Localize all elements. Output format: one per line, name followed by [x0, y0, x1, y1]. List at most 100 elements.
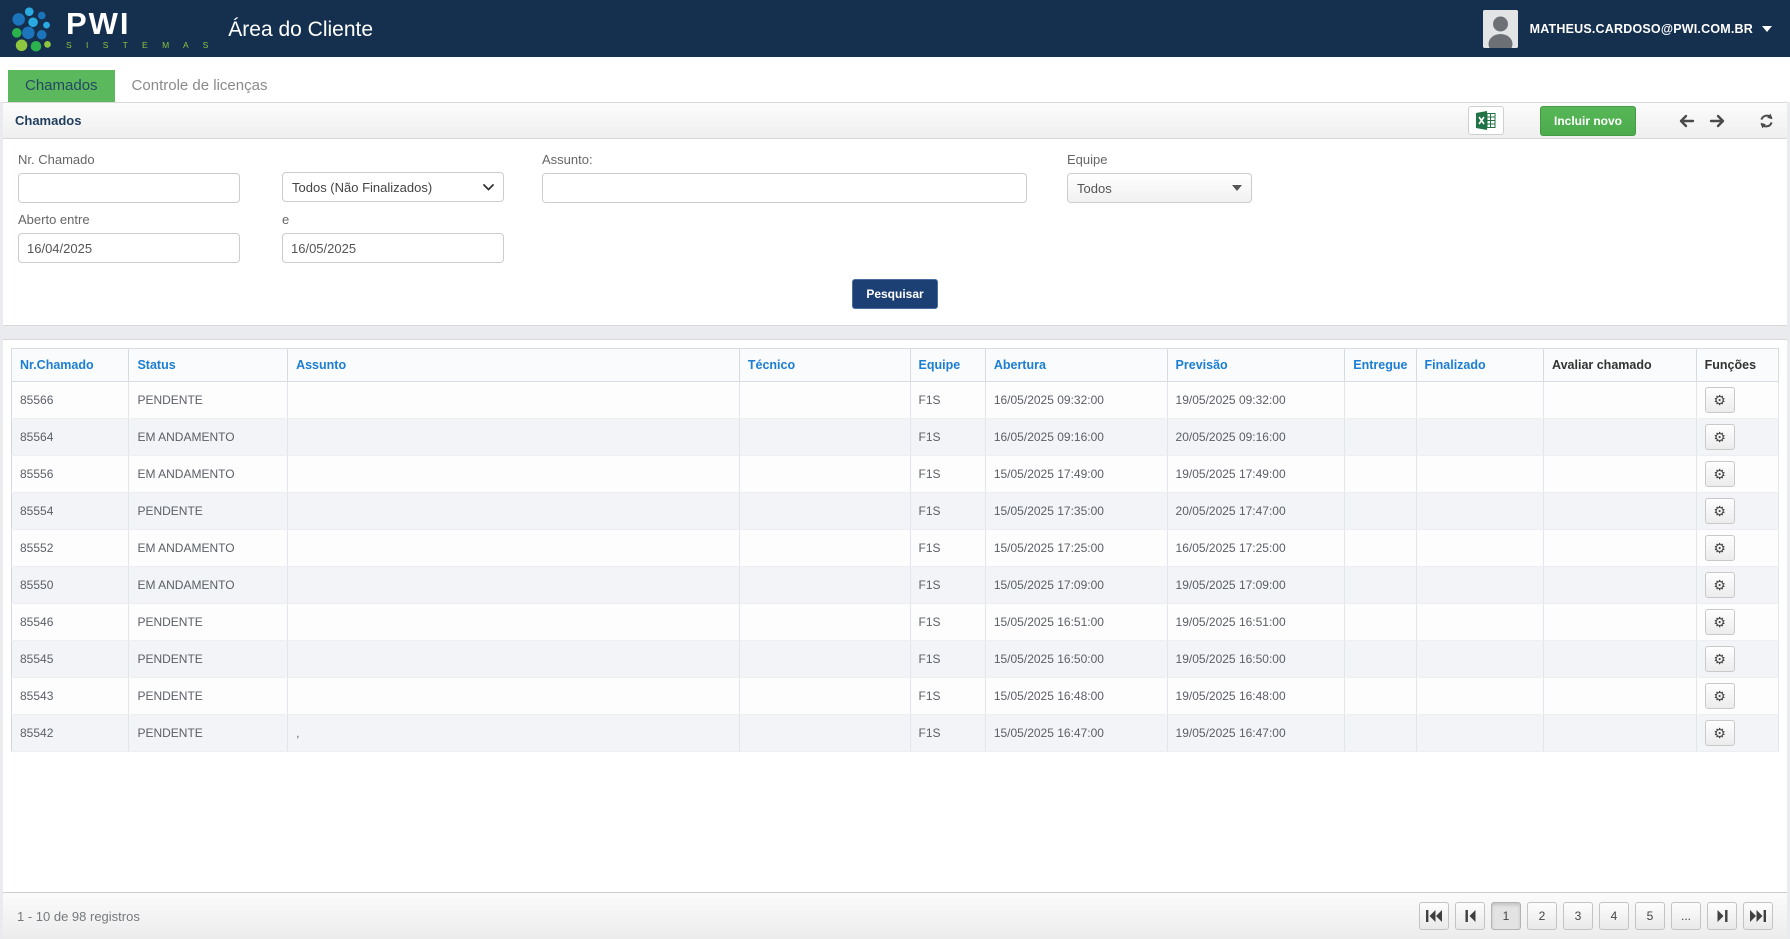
cell-equipe: F1S [910, 493, 985, 530]
row-actions-button[interactable]: ⚙ [1705, 572, 1735, 598]
cell-avaliar [1544, 641, 1697, 678]
row-actions-button[interactable]: ⚙ [1705, 424, 1735, 450]
tab-chamados[interactable]: Chamados [8, 70, 115, 102]
column-header-status[interactable]: Status [129, 349, 288, 382]
cell-abertura: 15/05/2025 17:09:00 [985, 567, 1167, 604]
row-actions-button[interactable]: ⚙ [1705, 387, 1735, 413]
cell-nr: 85552 [12, 530, 129, 567]
export-excel-button[interactable] [1468, 106, 1504, 135]
equipe-label: Equipe [1067, 152, 1252, 167]
page-button-1[interactable]: 1 [1491, 902, 1521, 930]
cell-funcoes: ⚙ [1696, 530, 1778, 567]
cell-finalizado [1416, 604, 1544, 641]
column-header-previsao[interactable]: Previsão [1167, 349, 1345, 382]
cell-status: PENDENTE [129, 382, 288, 419]
column-header-entregue[interactable]: Entregue [1345, 349, 1416, 382]
row-actions-button[interactable]: ⚙ [1705, 609, 1735, 635]
cell-previsao: 19/05/2025 09:32:00 [1167, 382, 1345, 419]
gear-icon: ⚙ [1713, 503, 1726, 520]
cell-abertura: 15/05/2025 16:50:00 [985, 641, 1167, 678]
add-new-button[interactable]: Incluir novo [1540, 106, 1636, 136]
prev-page-button[interactable] [1455, 902, 1485, 930]
cell-status: PENDENTE [129, 715, 288, 752]
cell-tecnico [739, 530, 910, 567]
column-header-equipe[interactable]: Equipe [910, 349, 985, 382]
column-header-finalizado[interactable]: Finalizado [1416, 349, 1544, 382]
cell-previsao: 19/05/2025 17:09:00 [1167, 567, 1345, 604]
cell-assunto [288, 641, 740, 678]
cell-tecnico [739, 641, 910, 678]
user-menu[interactable]: MATHEUS.CARDOSO@PWI.COM.BR [1483, 10, 1772, 48]
cell-equipe: F1S [910, 382, 985, 419]
cell-finalizado [1416, 678, 1544, 715]
cell-entregue [1345, 493, 1416, 530]
triangle-down-icon [1232, 185, 1242, 191]
date-from-input[interactable] [18, 233, 240, 263]
assunto-label: Assunto: [542, 152, 1027, 167]
tab-controle-de-licencas[interactable]: Controle de licenças [115, 70, 285, 102]
row-actions-button[interactable]: ⚙ [1705, 535, 1735, 561]
cell-entregue [1345, 530, 1416, 567]
chevron-down-icon [483, 184, 494, 191]
status-select[interactable]: Todos (Não Finalizados) [282, 172, 504, 202]
cell-tecnico [739, 715, 910, 752]
column-header-assunto[interactable]: Assunto [288, 349, 740, 382]
tabs: ChamadosControle de licenças [0, 57, 1790, 102]
cell-entregue [1345, 456, 1416, 493]
cell-nr: 85542 [12, 715, 129, 752]
page-button-5[interactable]: 5 [1635, 902, 1665, 930]
cell-avaliar [1544, 567, 1697, 604]
cell-equipe: F1S [910, 419, 985, 456]
cell-equipe: F1S [910, 530, 985, 567]
cell-tecnico [739, 678, 910, 715]
page-button-4[interactable]: 4 [1599, 902, 1629, 930]
search-button[interactable]: Pesquisar [852, 279, 937, 309]
equipe-select[interactable]: Todos [1067, 173, 1252, 203]
cell-abertura: 16/05/2025 09:16:00 [985, 419, 1167, 456]
page-button-2[interactable]: 2 [1527, 902, 1557, 930]
cell-assunto [288, 530, 740, 567]
row-actions-button[interactable]: ⚙ [1705, 498, 1735, 524]
date-to-input[interactable] [282, 233, 504, 263]
row-actions-button[interactable]: ⚙ [1705, 461, 1735, 487]
nr-chamado-input[interactable] [18, 173, 240, 203]
cell-assunto [288, 419, 740, 456]
cell-nr: 85546 [12, 604, 129, 641]
row-actions-button[interactable]: ⚙ [1705, 646, 1735, 672]
assunto-input[interactable] [542, 173, 1027, 203]
cell-finalizado [1416, 715, 1544, 752]
cell-status: PENDENTE [129, 641, 288, 678]
page-button-3[interactable]: 3 [1563, 902, 1593, 930]
forward-arrow-button[interactable] [1709, 113, 1726, 129]
cell-assunto: , [288, 715, 740, 752]
cell-entregue [1345, 567, 1416, 604]
page-button-...[interactable]: ... [1671, 902, 1701, 930]
cell-avaliar [1544, 715, 1697, 752]
cell-nr: 85564 [12, 419, 129, 456]
table-row: 85550EM ANDAMENTOF1S15/05/2025 17:09:001… [12, 567, 1779, 604]
gear-icon: ⚙ [1713, 651, 1726, 668]
cell-avaliar [1544, 419, 1697, 456]
cell-entregue [1345, 382, 1416, 419]
person-icon [1483, 10, 1518, 48]
cell-funcoes: ⚙ [1696, 419, 1778, 456]
back-arrow-button[interactable] [1678, 113, 1695, 129]
cell-assunto [288, 604, 740, 641]
row-actions-button[interactable]: ⚙ [1705, 683, 1735, 709]
table-row: 85552EM ANDAMENTOF1S15/05/2025 17:25:001… [12, 530, 1779, 567]
cell-entregue [1345, 715, 1416, 752]
cell-finalizado [1416, 419, 1544, 456]
cell-finalizado [1416, 382, 1544, 419]
gear-icon: ⚙ [1713, 725, 1726, 742]
row-actions-button[interactable]: ⚙ [1705, 720, 1735, 746]
first-page-button[interactable] [1419, 902, 1449, 930]
refresh-button[interactable] [1758, 113, 1775, 129]
column-header-abertura[interactable]: Abertura [985, 349, 1167, 382]
column-header-tecnico[interactable]: Técnico [739, 349, 910, 382]
last-page-button[interactable] [1743, 902, 1773, 930]
pwi-logo-dots-icon [10, 5, 60, 53]
cell-previsao: 16/05/2025 17:25:00 [1167, 530, 1345, 567]
column-header-nr[interactable]: Nr.Chamado [12, 349, 129, 382]
next-page-button[interactable] [1707, 902, 1737, 930]
cell-funcoes: ⚙ [1696, 456, 1778, 493]
